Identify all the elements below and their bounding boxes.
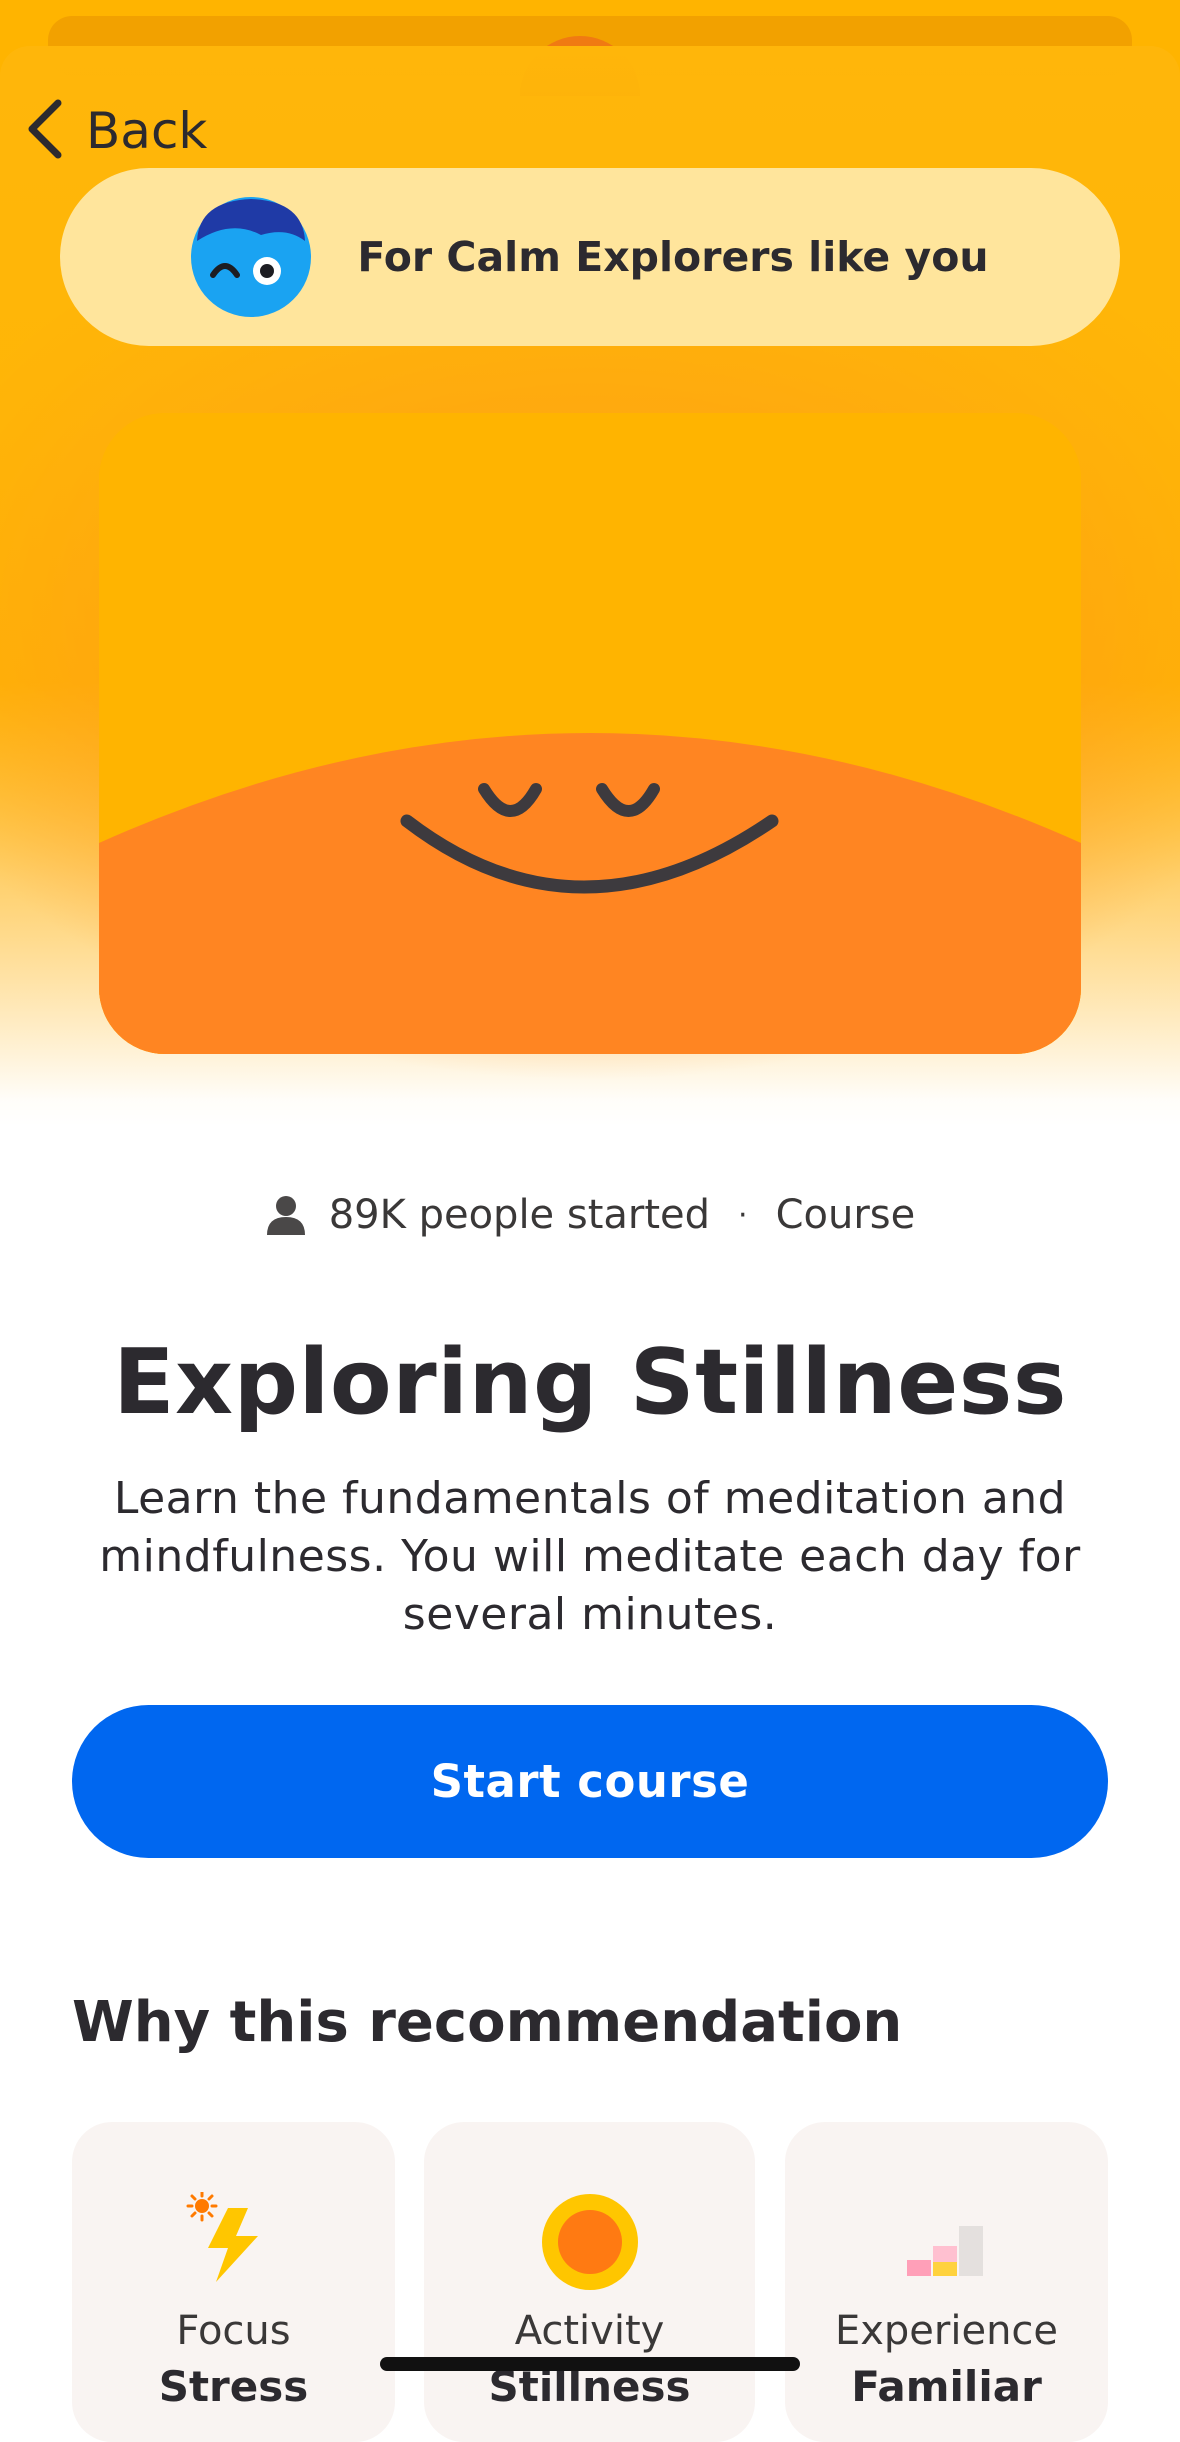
experience-value: Familiar <box>851 2362 1042 2411</box>
meta-separator: · <box>738 1197 748 1233</box>
person-icon <box>265 1195 307 1235</box>
recommendation-badge: For Calm Explorers like you <box>60 168 1120 346</box>
course-title: Exploring Stillness <box>113 1330 1067 1435</box>
lightning-bolt-icon <box>184 2190 284 2292</box>
chevron-left-icon <box>22 97 66 165</box>
focus-card[interactable]: Focus Stress <box>72 2122 395 2442</box>
content-type: Course <box>775 1192 916 1238</box>
course-illustration <box>99 413 1081 1054</box>
experience-card[interactable]: Experience Familiar <box>785 2122 1108 2442</box>
course-description: Learn the fundamentals of meditation and… <box>99 1473 1081 1640</box>
signal-bars-icon <box>897 2192 997 2292</box>
focus-label: Focus <box>176 2308 291 2354</box>
sun-circle-icon <box>540 2192 640 2292</box>
start-course-button[interactable]: Start course <box>72 1705 1108 1858</box>
home-indicator[interactable] <box>380 2357 800 2371</box>
back-button[interactable]: Back <box>22 96 207 166</box>
started-count: 89K people started <box>328 1192 711 1238</box>
course-meta: 89K people started · Course <box>0 1180 1180 1250</box>
focus-value: Stress <box>158 2362 309 2411</box>
calm-explorer-avatar-icon <box>191 197 312 317</box>
recommendation-section-title: Why this recommendation <box>72 1990 903 2055</box>
badge-text: For Calm Explorers like you <box>357 233 989 281</box>
activity-card[interactable]: Activity Stillness <box>424 2122 755 2442</box>
back-label: Back <box>86 102 208 160</box>
experience-label: Experience <box>834 2308 1059 2354</box>
activity-label: Activity <box>514 2308 665 2354</box>
